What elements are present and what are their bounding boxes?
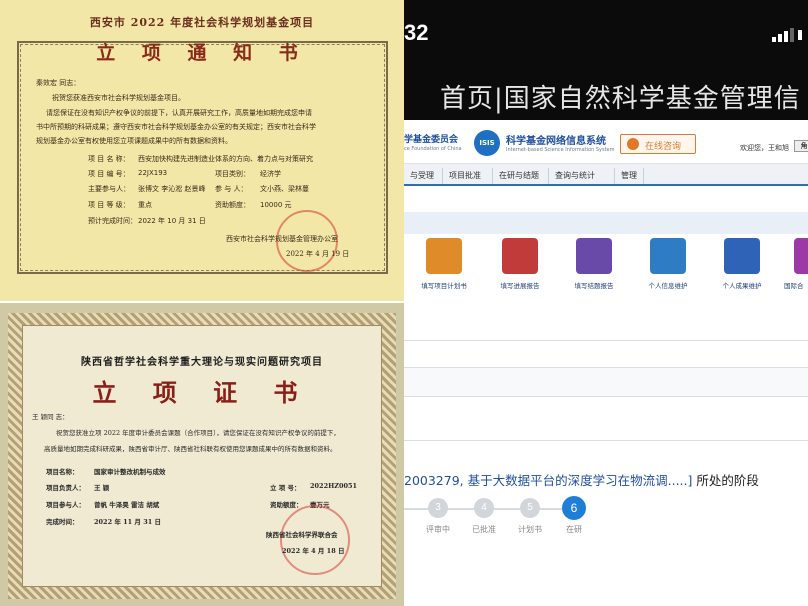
field-label: 项目类别： bbox=[215, 170, 250, 178]
status-time: 32 bbox=[404, 20, 429, 45]
divider bbox=[404, 440, 808, 441]
consult-person-icon bbox=[627, 138, 639, 150]
achievement-edit-icon[interactable] bbox=[724, 238, 760, 274]
step-circle: 3 bbox=[428, 498, 448, 518]
tile-label[interactable]: 填写进展报告 bbox=[480, 280, 560, 290]
step-label-active: 在研 bbox=[566, 525, 582, 534]
nav-item-approval[interactable]: 项目批准 bbox=[442, 168, 487, 184]
divider bbox=[404, 340, 808, 341]
tile-label[interactable]: 国际合 bbox=[784, 280, 808, 290]
field-value: 重点 bbox=[138, 201, 152, 209]
paragraph: 书中所预期的科研成果；遵守西安市社会科学规划基金办公室的有关规定；西安市社会科学 bbox=[36, 123, 316, 131]
system-name: 科学基金网络信息系统 bbox=[506, 136, 606, 147]
issue-date: 2022 年 4 月 19 日 bbox=[286, 250, 350, 258]
final-report-icon[interactable] bbox=[576, 238, 612, 274]
phone-screenshot: 32 首页|国家自然科学基金管理信 学基金委员会 ce Foundation o… bbox=[404, 0, 808, 606]
certificate-title: 陕西省哲学社会科学重大理论与现实问题研究项目 bbox=[81, 357, 323, 368]
project-select-row[interactable] bbox=[404, 367, 808, 397]
step-label: 评审中 bbox=[426, 525, 450, 534]
field-label: 立 项 号： bbox=[270, 484, 301, 492]
org-name: 学基金委员会 bbox=[404, 135, 459, 145]
field-label: 主要参与人： bbox=[88, 185, 130, 193]
org-subtitle: ce Foundation of China bbox=[404, 146, 462, 152]
nav-item-ongoing[interactable]: 在研与结题 bbox=[492, 168, 545, 184]
field-label: 项目名称： bbox=[46, 468, 79, 476]
project-certificate: 陕西省哲学社会科学重大理论与现实问题研究项目 立 项 证 书 王 颖同 志： 祝… bbox=[0, 303, 404, 606]
field-label: 完成时间： bbox=[46, 518, 79, 526]
signal-icon bbox=[772, 28, 802, 42]
field-value: 西安加快构建先进制造业体系的方向、着力点与对策研究 bbox=[138, 155, 313, 163]
field-value: 张博文 李沁淞 赵景峰 bbox=[138, 185, 206, 193]
paragraph: 请您保证在没有知识产权争议的前提下，认真开展研究工作，高质量地如期完成您申请 bbox=[46, 109, 312, 117]
plan-document-icon[interactable] bbox=[426, 238, 462, 274]
page-title: 首页|国家自然科学基金管理信 bbox=[440, 84, 801, 114]
nav-item-acceptance[interactable]: 与受理 bbox=[404, 168, 440, 184]
field-value: 2022 年 10 月 31 日 bbox=[138, 217, 206, 225]
paragraph: 规划基金办公室有权使用您立项课题成果中的所有数据和资料。 bbox=[36, 137, 232, 145]
person-icon[interactable] bbox=[650, 238, 686, 274]
system-subtitle: Internet-based Science Information Syste… bbox=[506, 147, 615, 153]
field-value: 经济学 bbox=[260, 170, 281, 178]
field-label: 项目负责人： bbox=[46, 484, 85, 492]
site-header bbox=[404, 120, 808, 164]
greeting: 秦效宏 同志： bbox=[36, 79, 81, 87]
step-label: 计划书 bbox=[518, 525, 542, 534]
paragraph: 祝贺您获准立项 2022 年度审计委员会课题（合作项目），请您保证在没有知识产权… bbox=[56, 429, 340, 437]
step-circle: 4 bbox=[474, 498, 494, 518]
field-value: 10000 元 bbox=[260, 201, 292, 209]
field-label: 项目参与人： bbox=[46, 501, 85, 509]
step-circle: 5 bbox=[520, 498, 540, 518]
tile-label[interactable]: 个人成果维护 bbox=[702, 280, 782, 290]
welcome-text: 欢迎您，王和旭 bbox=[740, 144, 789, 152]
isis-logo: ISIS bbox=[474, 130, 500, 156]
greeting: 王 颖同 志： bbox=[32, 413, 69, 421]
tile-label[interactable]: 填写结题报告 bbox=[554, 280, 634, 290]
project-stage-title: 2003279, 基于大数据平台的深度学习在物流调.....] 所处的阶段 bbox=[404, 470, 759, 489]
step-circle-active: 6 bbox=[562, 496, 586, 520]
field-label: 项 目 名 称： bbox=[88, 155, 130, 163]
field-label: 项 目 等 级： bbox=[88, 201, 130, 209]
field-value: 22JX193 bbox=[138, 169, 168, 177]
field-value: 曾帆 牛泽昊 雷洁 胡斌 bbox=[94, 501, 160, 509]
field-label: 参 与 人： bbox=[215, 185, 248, 193]
issuer: 陕西省社会科学界联合会 bbox=[266, 531, 338, 539]
online-consult-button[interactable]: 在线咨询 bbox=[620, 134, 696, 154]
nav-item-query[interactable]: 查询与统计 bbox=[548, 168, 601, 184]
field-value: 文小燕、梁林蔓 bbox=[260, 185, 309, 193]
issuer: 西安市社会科学规划基金管理办公室 bbox=[226, 235, 338, 243]
red-seal-stamp bbox=[280, 505, 350, 575]
field-value: 国家审计整改机制与成效 bbox=[94, 468, 166, 476]
field-value: 2022 年 11 月 31 日 bbox=[94, 518, 161, 526]
role-button[interactable]: 角 bbox=[794, 140, 808, 152]
progress-report-icon[interactable] bbox=[502, 238, 538, 274]
nav-item-manage[interactable]: 管理 bbox=[614, 168, 644, 184]
project-stage-suffix: 所处的阶段 bbox=[692, 473, 759, 488]
project-link[interactable]: 2003279, 基于大数据平台的深度学习在物流调.....] bbox=[404, 473, 692, 488]
paragraph: 祝贺您获准西安市社会科学规划基金项目。 bbox=[52, 94, 185, 102]
issue-date: 2022 年 4 月 18 日 bbox=[282, 547, 345, 555]
paragraph: 高质量地如期完成科研成果，陕西省审计厅、陕西省社科联有权使用您课题成果中的所有数… bbox=[44, 445, 337, 453]
section-band bbox=[404, 212, 808, 234]
certificate-heading: 立 项 通 知 书 bbox=[96, 42, 308, 64]
field-value: 2022HZ0051 bbox=[310, 482, 358, 490]
field-value: 王 颖 bbox=[94, 484, 110, 492]
international-icon[interactable] bbox=[794, 238, 808, 274]
tile-label[interactable]: 个人信息维护 bbox=[628, 280, 708, 290]
project-notice-certificate: 西安市 2022 年度社会科学规划基金项目 立 项 通 知 书 秦效宏 同志： … bbox=[0, 0, 404, 301]
field-label: 预计完成时间： bbox=[88, 217, 137, 225]
certificate-title: 西安市 2022 年度社会科学规划基金项目 bbox=[89, 16, 315, 29]
consult-label: 在线咨询 bbox=[645, 142, 682, 152]
step-label: 已批准 bbox=[472, 525, 496, 534]
field-label: 资助额度： bbox=[215, 201, 250, 209]
certificate-heading: 立 项 证 书 bbox=[92, 378, 312, 407]
tile-label[interactable]: 填写项目计划书 bbox=[404, 280, 484, 290]
field-label: 资助额度： bbox=[270, 501, 303, 509]
field-label: 项 目 编 号： bbox=[88, 170, 130, 178]
